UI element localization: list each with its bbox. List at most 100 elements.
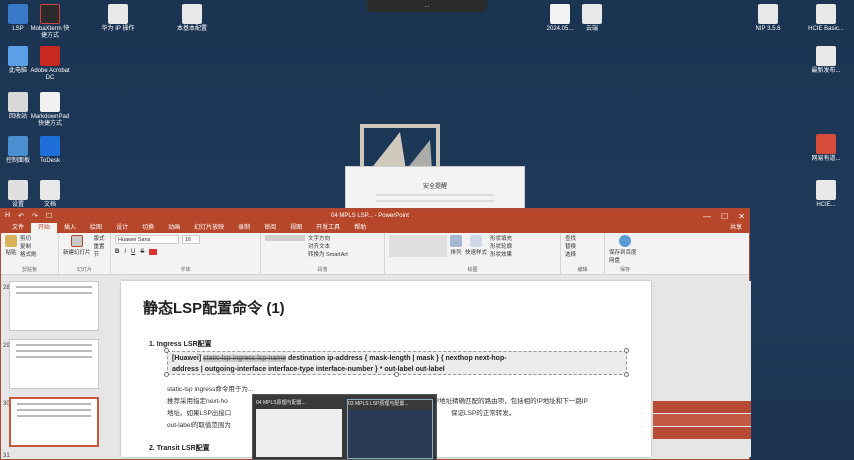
close-button[interactable]: ✕ [738,212,745,221]
save-to-cloud-button[interactable]: 保存到百度网盘 [609,235,641,264]
tab-view[interactable]: 视图 [283,223,309,233]
tab-animations[interactable]: 动画 [161,223,187,233]
clipboard-group: 粘贴 剪切 复制 格式刷 剪贴板 [1,233,59,274]
tab-review[interactable]: 审阅 [257,223,283,233]
underline-button[interactable]: U [131,249,135,255]
body-text[interactable]: 保证LSP的正常转发。 [451,407,515,417]
desktop-icon-nip[interactable]: NIP 3.5.6 [748,4,788,33]
taskbar-preview-item-active[interactable]: 03 MPLS LSP原理与配置... [347,399,433,459]
document-icon [816,46,836,66]
tab-transitions[interactable]: 切换 [135,223,161,233]
selected-text: static-lsp ingress lsp-name [203,355,286,362]
bold-button[interactable]: B [115,249,119,255]
title-bar: H ↶ ↷ ☐ 04 MPLS LSP... - PowerPoint — ☐ … [1,209,749,223]
group-label: 编辑 [577,267,588,273]
bullets-icon[interactable] [265,235,305,241]
pdf-icon [40,46,60,66]
desktop-icon-mobaxterm[interactable]: MobaXterm 快捷方式 [30,4,70,40]
font-size-select[interactable]: 16 [182,235,200,244]
body-text[interactable]: 推荐采用指定next-ho [167,395,228,405]
font-family-select[interactable]: Huawei Sans [115,235,179,244]
italic-button[interactable]: I [124,249,126,255]
desktop-icon-doc2[interactable]: 本基本配置 [172,4,212,33]
desktop-icon-doc4[interactable]: 云端 [572,4,612,33]
resize-handle[interactable] [164,372,169,377]
shape-outline-button[interactable]: 形状轮廓 [490,243,512,251]
body-text[interactable]: 地址。如果LSP出接口 [167,407,231,417]
slide-thumbnail-selected[interactable] [9,397,99,447]
dictionary-icon [816,134,836,154]
control-panel-icon [8,136,28,156]
redo-icon[interactable]: ↷ [32,212,38,220]
slide-thumbnail[interactable] [9,281,99,331]
text-direction-button[interactable]: 文字方向 [308,235,348,243]
new-slide-button[interactable]: 新建幻灯片 [63,235,91,259]
desktop-icon-hcie2[interactable]: HCIE... [806,180,846,209]
body-text[interactable]: out-label的取值范围为 [167,419,231,429]
resize-handle[interactable] [394,372,399,377]
tab-slideshow[interactable]: 幻灯片放映 [187,223,231,233]
body-text[interactable]: IP地址精确匹配的路由项，包括相的IP地址和下一跳IP [433,395,588,405]
resize-handle[interactable] [624,348,629,353]
notes-pane [653,281,751,457]
paragraph-group: 文字方向 对齐文本 转换为 SmartArt 段落 [261,233,385,274]
desktop-icon-todesk[interactable]: ToDesk [30,136,70,165]
tab-record[interactable]: 录制 [231,223,257,233]
document-icon [108,4,128,24]
desktop-icon-latest[interactable]: 最新发布... [806,46,846,75]
select-button[interactable]: 选择 [565,251,576,259]
cut-button[interactable]: 剪切 [20,235,37,243]
find-button[interactable]: 查找 [565,235,576,243]
ribbon: 粘贴 剪切 复制 格式刷 剪贴板 新建幻灯片 版式 重置 节 幻灯片 Huawe… [1,233,749,275]
copy-button[interactable]: 复制 [20,243,37,251]
layout-button[interactable]: 版式 [94,235,105,243]
taskbar-preview-item[interactable]: 04 MPLS原理与配置... [256,399,342,459]
slides-group: 新建幻灯片 版式 重置 节 幻灯片 [59,233,111,274]
tab-developer[interactable]: 开发工具 [309,223,347,233]
align-text-button[interactable]: 对齐文本 [308,243,348,251]
save-icon[interactable]: H [5,212,10,220]
tab-draw[interactable]: 绘图 [83,223,109,233]
section-heading[interactable]: 1. Ingress LSR配置 [149,339,212,349]
body-text[interactable]: static-lsp ingress命令用于为... [167,383,253,393]
maximize-button[interactable]: ☐ [721,212,728,221]
section-heading[interactable]: 2. Transit LSR配置 [149,443,210,453]
shape-effects-button[interactable]: 形状效果 [490,251,512,259]
desktop-icon-youdao[interactable]: 网易有道... [806,134,846,163]
reset-button[interactable]: 重置 [94,243,105,251]
desktop-icon-markdownpad[interactable]: MarkdownPad 快捷方式 [30,92,70,128]
section-button[interactable]: 节 [94,251,105,259]
share-button[interactable]: 共享 [723,223,749,233]
tab-insert[interactable]: 插入 [57,223,83,233]
window-preview [256,409,342,457]
paste-button[interactable]: 粘贴 [5,235,17,259]
format-painter-button[interactable]: 格式刷 [20,251,37,259]
smartart-button[interactable]: 转换为 SmartArt [308,251,348,259]
strikethrough-button[interactable]: S [140,249,144,255]
font-group: Huawei Sans 16 B I U S 字体 [111,233,261,274]
shape-fill-button[interactable]: 形状填充 [490,235,512,243]
desktop-icon-doc1[interactable]: 华为 IP 操作 [98,4,138,33]
font-color-icon[interactable] [149,249,158,255]
popup-text-line [376,200,494,202]
markdown-icon [40,92,60,112]
tab-file[interactable]: 文件 [5,223,31,233]
slide-title[interactable]: 静态LSP配置命令 (1) [143,297,285,318]
pane-bar [653,401,751,413]
desktop-icon-docs[interactable]: 文档 [30,180,70,209]
desktop-icon-hcie[interactable]: HCIE Basic... [806,4,846,33]
tab-design[interactable]: 设计 [109,223,135,233]
desktop-icon-acrobat[interactable]: Adobe Acrobat DC [30,46,70,82]
tab-home[interactable]: 开始 [31,223,58,233]
tab-help[interactable]: 帮助 [347,223,373,233]
replace-button[interactable]: 替换 [565,243,576,251]
quick-styles-button[interactable]: 快速样式 [465,235,487,259]
slide-thumbnail[interactable] [9,339,99,389]
shapes-gallery[interactable] [389,235,447,257]
resize-handle[interactable] [624,372,629,377]
minimize-button[interactable]: — [703,212,711,221]
arrange-button[interactable]: 排列 [450,235,462,259]
undo-icon[interactable]: ↶ [18,212,24,220]
present-icon[interactable]: ☐ [46,212,52,220]
resize-handle[interactable] [164,348,169,353]
